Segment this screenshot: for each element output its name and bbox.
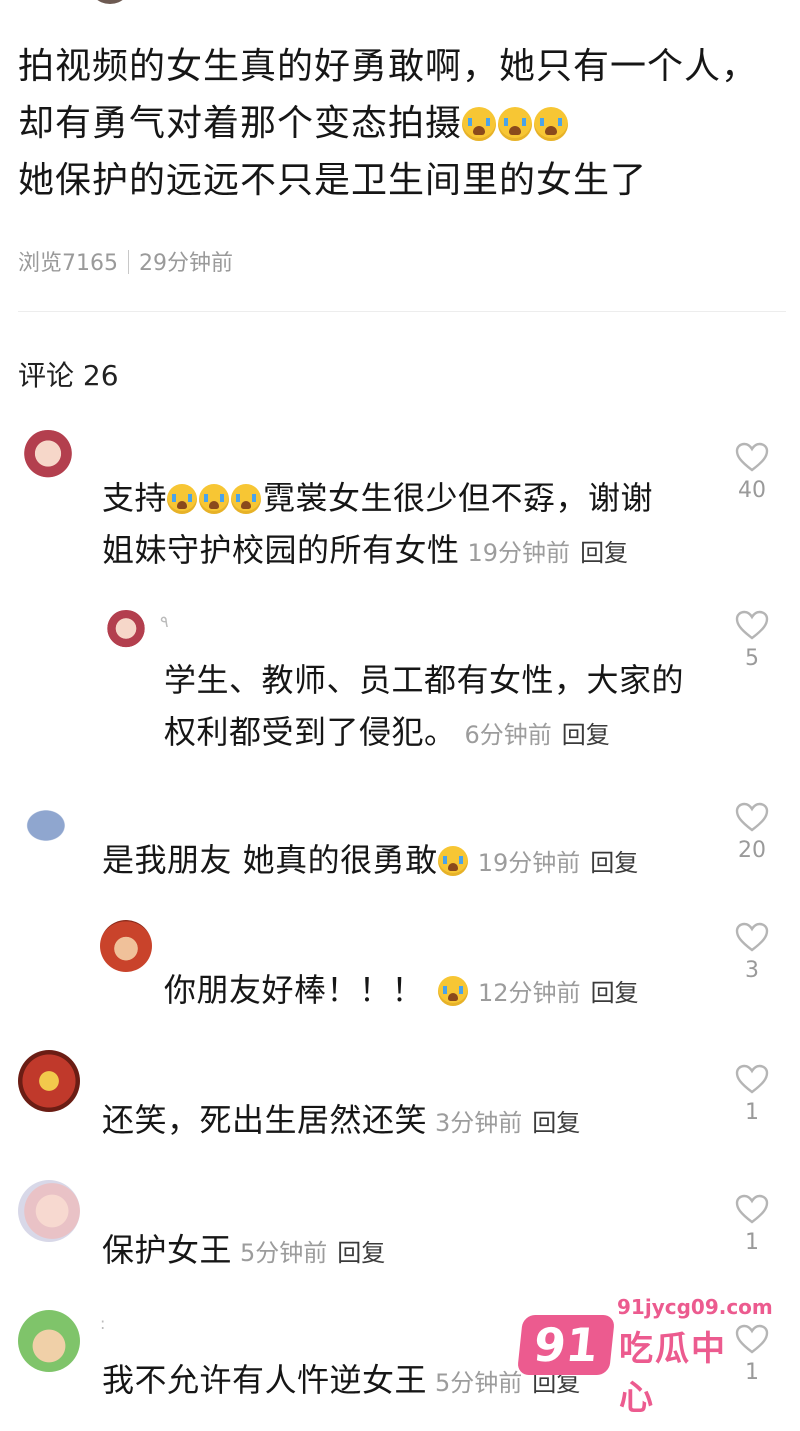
like-count: 3 — [745, 958, 759, 983]
comment-line-part: 还笑，死出生居然还笑 — [102, 1101, 428, 1139]
loudly-crying-emoji-icon — [199, 484, 230, 514]
view-count: 浏览7165 — [18, 251, 118, 276]
heart-outline-icon — [735, 802, 769, 832]
watermark: 91 91jycg09.com 吃瓜中心 — [515, 1295, 773, 1418]
reply-button[interactable]: 回复 — [580, 539, 628, 567]
comments-header: 评论 26 — [18, 359, 119, 392]
commenter-avatar[interactable] — [18, 1050, 80, 1112]
screen: 拍视频的女生真的好勇敢啊，她只有一个人， 却有勇气对着那个变态拍摄 她保护的远远… — [0, 0, 800, 1431]
divider — [18, 311, 786, 312]
commenter-avatar[interactable] — [20, 430, 76, 486]
comment-line: 支持 霓裳女生很少但不孬，谢谢 — [102, 472, 653, 524]
comment-line-part: 你朋友好棒！！！ — [164, 971, 425, 1009]
like-count: 1 — [745, 1230, 759, 1255]
comment-text: 是我朋友 她真的很勇敢 19分钟前 回复 — [102, 834, 638, 889]
comment-line: 保护女王 5分钟前 回复 — [102, 1224, 385, 1279]
commenter-avatar[interactable] — [100, 920, 152, 972]
comment-text: 还笑，死出生居然还笑 3分钟前 回复 — [102, 1094, 580, 1149]
comment-text: 保护女王 5分钟前 回复 — [102, 1224, 385, 1279]
comment-time: 5分钟前 — [240, 1239, 328, 1267]
author-avatar-peek[interactable] — [88, 0, 132, 4]
loudly-crying-emoji-icon — [231, 484, 262, 514]
like-button[interactable]: 1 — [722, 1064, 782, 1125]
post-line-3: 她保护的远远不只是卫生间里的女生了 — [18, 160, 648, 201]
post-meta: 浏览7165 29分钟前 — [18, 245, 233, 277]
comment-time: 12分钟前 — [478, 979, 581, 1007]
commenter-avatar[interactable] — [18, 1180, 80, 1242]
heart-outline-icon — [735, 1064, 769, 1094]
loudly-crying-emoji-icon — [498, 107, 533, 141]
comment-line: 学生、教师、员工都有女性，大家的 — [164, 661, 685, 699]
comment-line: 是我朋友 她真的很勇敢 19分钟前 回复 — [102, 834, 638, 889]
comment-line-part: 权利都受到了侵犯。 — [164, 713, 457, 751]
commenter-avatar[interactable] — [104, 610, 148, 654]
comment-text: 你朋友好棒！！！ 12分钟前 回复 — [164, 964, 639, 1019]
loudly-crying-emoji-icon — [462, 107, 497, 141]
comment-line: 你朋友好棒！！！ 12分钟前 回复 — [164, 964, 639, 1019]
post-line-1: 拍视频的女生真的好勇敢啊，她只有一个人， — [18, 46, 759, 87]
watermark-site: 91jycg09.com — [617, 1295, 773, 1319]
watermark-name: 吃瓜中心 — [619, 1329, 727, 1418]
reply-button[interactable]: 回复 — [590, 849, 638, 877]
heart-outline-icon — [735, 442, 769, 472]
like-count: 20 — [738, 838, 766, 863]
loudly-crying-emoji-icon — [534, 107, 569, 141]
heart-outline-icon — [735, 922, 769, 952]
post-line-2-text: 却有勇气对着那个变态拍摄 — [18, 103, 463, 144]
post-text: 拍视频的女生真的好勇敢啊，她只有一个人， 却有勇气对着那个变态拍摄 她保护的远远… — [18, 38, 788, 209]
heart-outline-icon — [735, 610, 769, 640]
comment-time: 6分钟前 — [464, 721, 552, 749]
comment-line-part: 是我朋友 她真的很勇敢 — [102, 841, 438, 879]
comment-line: 我不允许有人忤逆女王 5分钟前 回复 — [102, 1354, 580, 1409]
comment-text: 我不允许有人忤逆女王 5分钟前 回复 — [102, 1354, 580, 1409]
commenter-name: ٩ — [160, 612, 169, 631]
comment-line: 还笑，死出生居然还笑 3分钟前 回复 — [102, 1094, 580, 1149]
comment-line: 姐妹守护校园的所有女性 19分钟前 回复 — [102, 524, 653, 579]
reply-button[interactable]: 回复 — [562, 721, 610, 749]
meta-separator — [128, 250, 129, 274]
like-count: 40 — [738, 478, 766, 503]
comment-line-part: 姐妹守护校园的所有女性 — [102, 531, 460, 569]
comment-time: 19分钟前 — [477, 849, 581, 877]
like-button[interactable]: 1 — [722, 1194, 782, 1255]
comment-time: 5分钟前 — [435, 1369, 523, 1397]
like-count: 5 — [745, 646, 759, 671]
like-button[interactable]: 5 — [722, 610, 782, 671]
commenter-avatar[interactable] — [18, 798, 80, 848]
like-button[interactable]: 40 — [722, 442, 782, 503]
like-count: 1 — [745, 1100, 759, 1125]
reply-button[interactable]: 回复 — [532, 1109, 580, 1137]
loudly-crying-emoji-icon — [167, 484, 198, 514]
post-line-2: 却有勇气对着那个变态拍摄 — [18, 95, 788, 152]
heart-outline-icon — [735, 1194, 769, 1224]
comment-line-part: 保护女王 — [102, 1231, 233, 1269]
reply-button[interactable]: 回复 — [337, 1239, 385, 1267]
comment-line-part: 支持 — [102, 479, 168, 517]
post-time: 29分钟前 — [139, 251, 233, 276]
comment-text: 学生、教师、员工都有女性，大家的 权利都受到了侵犯。 6分钟前 回复 — [164, 654, 684, 761]
comment-text: 支持 霓裳女生很少但不孬，谢谢 姐妹守护校园的所有女性 19分钟前 回复 — [102, 472, 653, 579]
like-button[interactable]: 3 — [722, 922, 782, 983]
comment-time: 19分钟前 — [467, 539, 571, 567]
comment-line-part: 我不允许有人忤逆女王 — [102, 1361, 428, 1399]
commenter-name: : — [100, 1314, 106, 1333]
reply-button[interactable]: 回复 — [591, 979, 639, 1007]
comment-line: 权利都受到了侵犯。 6分钟前 回复 — [164, 706, 684, 761]
comment-time: 3分钟前 — [435, 1109, 523, 1137]
like-button[interactable]: 20 — [722, 802, 782, 863]
commenter-avatar[interactable] — [18, 1310, 80, 1372]
comment-line-part: 霓裳女生很少但不孬，谢谢 — [263, 479, 654, 517]
loudly-crying-emoji-icon — [438, 976, 469, 1006]
watermark-badge: 91 — [516, 1315, 616, 1375]
loudly-crying-emoji-icon — [437, 846, 468, 876]
